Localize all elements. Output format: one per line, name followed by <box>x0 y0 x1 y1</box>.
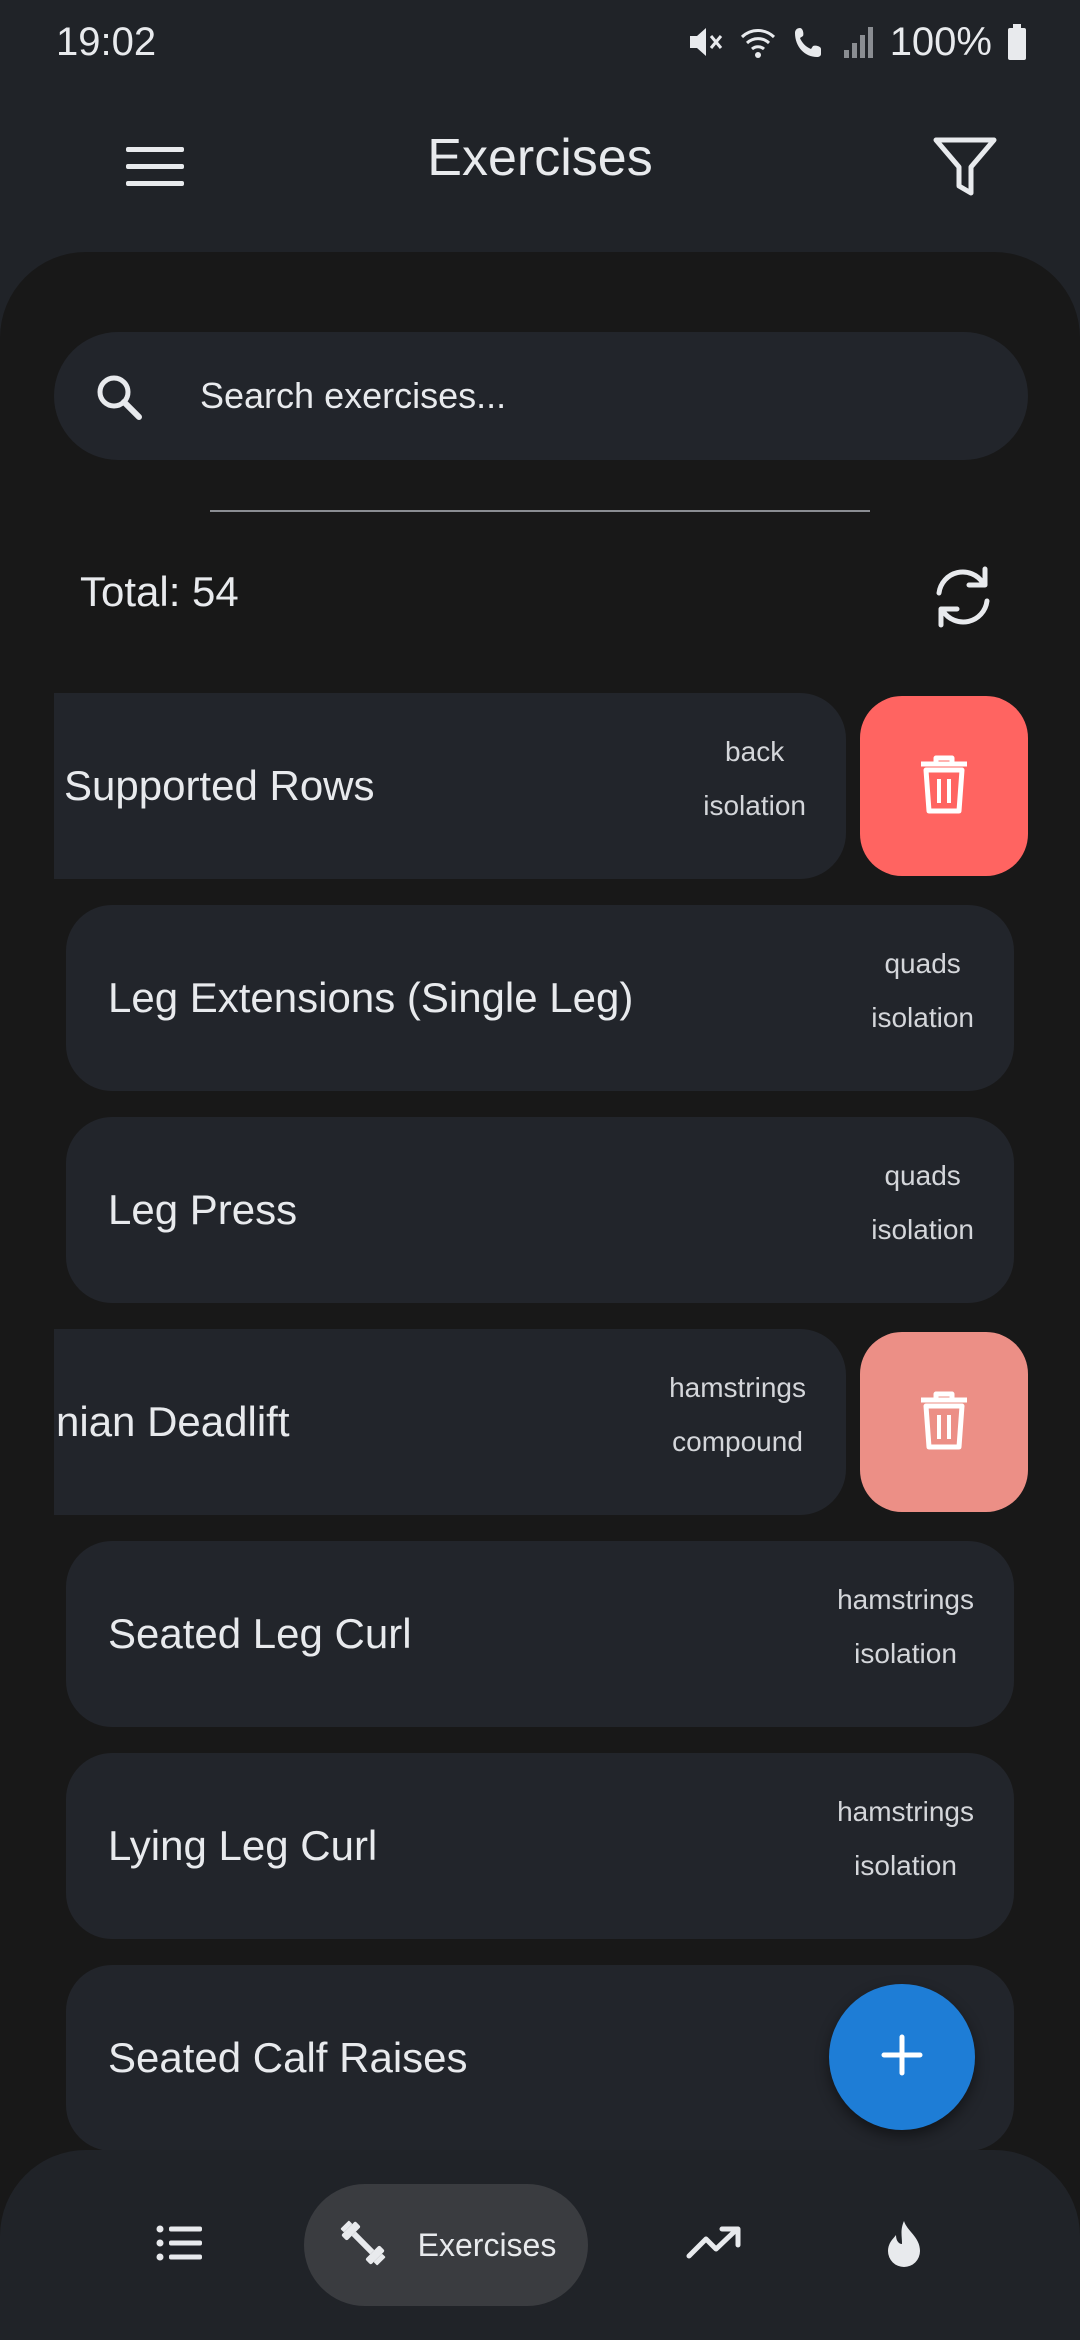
status-bar: 19:02 100% <box>0 0 1080 84</box>
exercise-muscle: quads <box>884 948 961 979</box>
plus-icon <box>880 2033 924 2082</box>
exercise-card[interactable]: Leg Press quads isolation <box>66 1117 1014 1303</box>
nav-item-list[interactable] <box>130 2184 230 2306</box>
filter-button[interactable] <box>920 124 1010 214</box>
exercise-name: Lying Leg Curl <box>108 1822 378 1869</box>
exercise-tags: back isolation <box>703 725 806 833</box>
signal-icon <box>842 22 876 62</box>
nav-item-exercises[interactable]: Exercises <box>304 2184 588 2306</box>
total-count: Total: 54 <box>80 568 239 615</box>
nav-item-progress[interactable] <box>664 2184 764 2306</box>
refresh-button[interactable] <box>918 554 1008 644</box>
exercise-tags: quads isolation <box>871 1149 974 1257</box>
bottom-navigation: Exercises <box>0 2150 1080 2340</box>
wifi-icon <box>738 22 778 62</box>
list-icon <box>156 2223 204 2268</box>
exercise-tags: quads isolation <box>871 937 974 1045</box>
exercise-tags: hamstrings compound <box>669 1361 806 1469</box>
app-bar: Exercises <box>0 84 1080 254</box>
exercise-name: Supported Rows <box>64 762 375 809</box>
exercise-type: isolation <box>871 1214 974 1245</box>
exercise-type: isolation <box>871 1002 974 1033</box>
status-icons: 100% <box>684 18 1028 66</box>
refresh-icon <box>927 561 999 638</box>
exercise-card[interactable]: Seated Leg Curl hamstrings isolation <box>66 1541 1014 1727</box>
exercise-name: Seated Leg Curl <box>108 1610 412 1657</box>
exercise-card[interactable]: Supported Rows back isolation <box>54 693 846 879</box>
filter-icon <box>932 136 998 203</box>
exercise-name: nian Deadlift <box>56 1398 290 1445</box>
search-bar[interactable] <box>54 332 1028 460</box>
page-title: Exercises <box>427 129 653 187</box>
trending-up-icon <box>686 2225 742 2266</box>
exercise-muscle: back <box>725 736 785 767</box>
battery-percent: 100% <box>889 19 992 64</box>
add-exercise-button[interactable] <box>829 1984 975 2130</box>
battery-icon <box>1006 22 1028 62</box>
exercise-name: Leg Extensions (Single Leg) <box>108 974 634 1021</box>
trash-icon <box>918 753 970 820</box>
exercise-type: compound <box>672 1426 803 1457</box>
exercise-name: Seated Calf Raises <box>108 2034 468 2081</box>
trash-icon <box>918 1389 970 1456</box>
nav-item-streak[interactable] <box>854 2184 954 2306</box>
exercise-type: isolation <box>703 790 806 821</box>
dumbbell-icon <box>336 2216 390 2275</box>
exercise-card[interactable]: Lying Leg Curl hamstrings isolation <box>66 1753 1014 1939</box>
exercise-muscle: quads <box>884 1160 961 1191</box>
exercise-tags: hamstrings isolation <box>837 1785 974 1893</box>
delete-button[interactable] <box>860 696 1028 876</box>
divider <box>210 510 870 512</box>
exercise-muscle: hamstrings <box>837 1584 974 1615</box>
search-input[interactable] <box>200 332 980 460</box>
exercise-card[interactable]: Leg Extensions (Single Leg) quads isolat… <box>66 905 1014 1091</box>
exercise-type: isolation <box>854 1850 957 1881</box>
exercise-name: Leg Press <box>108 1186 298 1233</box>
search-icon <box>94 372 144 422</box>
exercise-card[interactable]: nian Deadlift hamstrings compound <box>54 1329 846 1515</box>
status-time: 19:02 <box>56 20 157 64</box>
nav-item-label: Exercises <box>417 2226 557 2263</box>
delete-button[interactable] <box>860 1332 1028 1512</box>
exercise-tags: hamstrings isolation <box>837 1573 974 1681</box>
exercise-muscle: hamstrings <box>669 1372 806 1403</box>
mute-icon <box>684 22 724 62</box>
exercise-type: isolation <box>854 1638 957 1669</box>
exercise-muscle: hamstrings <box>837 1796 974 1827</box>
wifi-calling-icon <box>792 22 828 62</box>
flame-icon <box>884 2219 924 2272</box>
